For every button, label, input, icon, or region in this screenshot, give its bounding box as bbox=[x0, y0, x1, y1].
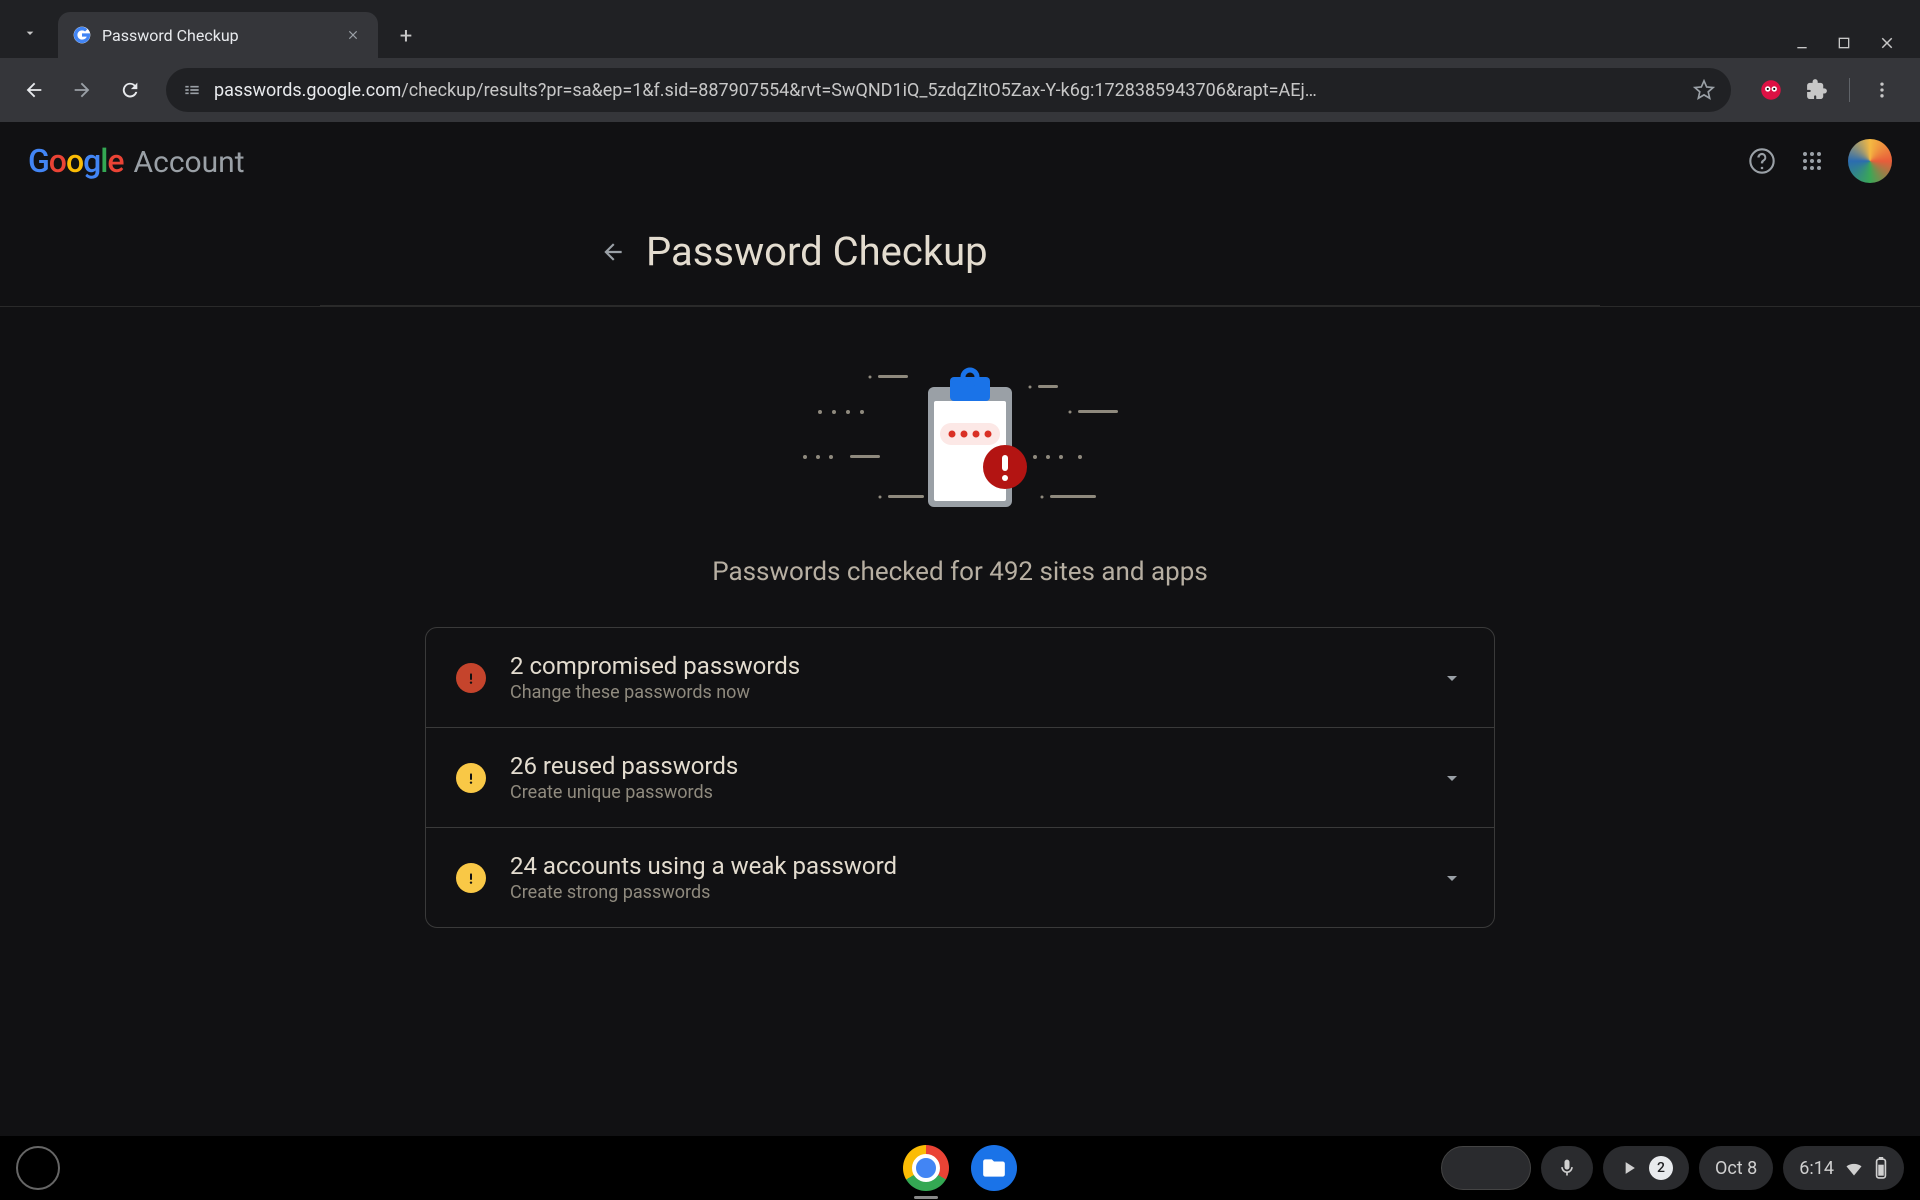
shelf-status-tray[interactable]: 6:14 bbox=[1783, 1146, 1904, 1190]
google-account-logo[interactable]: Google Account bbox=[28, 142, 245, 180]
shelf-files-icon[interactable] bbox=[971, 1145, 1017, 1191]
row-title: 26 reused passwords bbox=[510, 752, 1416, 780]
reload-button[interactable] bbox=[110, 70, 150, 110]
page-heading: Password Checkup bbox=[320, 200, 1600, 306]
row-compromised[interactable]: 2 compromised passwords Change these pas… bbox=[426, 628, 1494, 727]
tab-favicon bbox=[72, 25, 92, 45]
chromeos-shelf: 2 Oct 8 6:14 bbox=[0, 1136, 1920, 1200]
chevron-down-icon bbox=[1440, 766, 1464, 790]
chevron-down-icon bbox=[1440, 866, 1464, 890]
results-card: 2 compromised passwords Change these pas… bbox=[425, 627, 1495, 928]
window-controls bbox=[1794, 34, 1920, 58]
row-reused[interactable]: 26 reused passwords Create unique passwo… bbox=[426, 727, 1494, 827]
shelf-notifications-button[interactable]: 2 bbox=[1603, 1146, 1689, 1190]
row-subtitle: Create strong passwords bbox=[510, 882, 1416, 903]
row-title: 24 accounts using a weak password bbox=[510, 852, 1416, 880]
extension-icon[interactable] bbox=[1757, 76, 1785, 104]
alert-icon bbox=[456, 663, 486, 693]
launcher-button[interactable] bbox=[16, 1146, 60, 1190]
page-content: Google Account Password Checkup bbox=[0, 122, 1920, 1136]
chevron-down-icon bbox=[1440, 666, 1464, 690]
row-title: 2 compromised passwords bbox=[510, 652, 1416, 680]
back-arrow-icon[interactable] bbox=[600, 239, 626, 265]
account-label: Account bbox=[134, 145, 245, 180]
address-bar[interactable]: passwords.google.com/checkup/results?pr=… bbox=[166, 68, 1731, 112]
browser-tab[interactable]: Password Checkup bbox=[58, 12, 378, 58]
warning-icon bbox=[456, 863, 486, 893]
extensions-puzzle-icon[interactable] bbox=[1803, 76, 1831, 104]
battery-icon bbox=[1874, 1157, 1888, 1179]
tab-title: Password Checkup bbox=[102, 26, 332, 45]
page-title: Password Checkup bbox=[646, 228, 988, 275]
warning-icon bbox=[456, 763, 486, 793]
summary-text: Passwords checked for 492 sites and apps bbox=[712, 557, 1208, 587]
google-account-header: Google Account bbox=[0, 122, 1920, 200]
site-info-icon[interactable] bbox=[182, 80, 202, 100]
maximize-button[interactable] bbox=[1836, 35, 1852, 51]
row-subtitle: Change these passwords now bbox=[510, 682, 1416, 703]
tab-strip: Password Checkup + bbox=[0, 0, 1920, 58]
new-tab-button[interactable]: + bbox=[388, 18, 424, 54]
close-window-button[interactable] bbox=[1878, 34, 1896, 52]
row-weak[interactable]: 24 accounts using a weak password Create… bbox=[426, 827, 1494, 927]
shelf-chrome-icon[interactable] bbox=[903, 1145, 949, 1191]
forward-button[interactable] bbox=[62, 70, 102, 110]
row-subtitle: Create unique passwords bbox=[510, 782, 1416, 803]
notification-count: 2 bbox=[1649, 1156, 1673, 1180]
back-button[interactable] bbox=[14, 70, 54, 110]
hero-illustration bbox=[750, 357, 1170, 527]
wifi-icon bbox=[1844, 1158, 1864, 1178]
url-text: passwords.google.com/checkup/results?pr=… bbox=[214, 80, 1681, 101]
tab-search-button[interactable] bbox=[8, 11, 52, 55]
shelf-overview-thumbnail[interactable] bbox=[1441, 1146, 1531, 1190]
browser-menu-button[interactable] bbox=[1868, 76, 1896, 104]
bookmark-star-icon[interactable] bbox=[1693, 79, 1715, 101]
shelf-mic-button[interactable] bbox=[1541, 1146, 1593, 1190]
minimize-button[interactable] bbox=[1794, 35, 1810, 51]
tab-close-button[interactable] bbox=[342, 24, 364, 46]
avatar[interactable] bbox=[1848, 139, 1892, 183]
shelf-time: 6:14 bbox=[1799, 1158, 1834, 1179]
extensions-area bbox=[1747, 76, 1906, 104]
separator bbox=[1849, 78, 1850, 102]
shelf-date[interactable]: Oct 8 bbox=[1699, 1146, 1773, 1190]
help-icon[interactable] bbox=[1748, 147, 1776, 175]
browser-toolbar: passwords.google.com/checkup/results?pr=… bbox=[0, 58, 1920, 122]
apps-grid-icon[interactable] bbox=[1800, 149, 1824, 173]
